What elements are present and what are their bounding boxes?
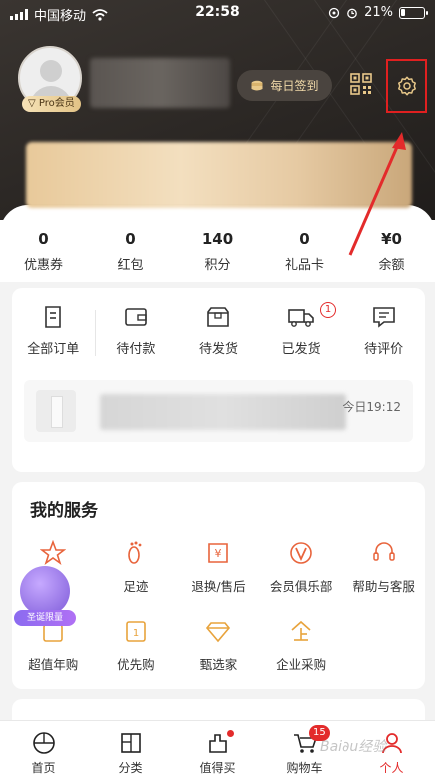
category-icon	[87, 727, 174, 755]
assets-row: 0 优惠券 0 红包 140 积分 0 礼品卡 ¥0 余额	[0, 222, 435, 278]
asset-value: 0	[38, 230, 49, 248]
headset-icon	[342, 538, 425, 568]
diamond-icon	[177, 616, 260, 646]
settings-button[interactable]	[386, 59, 427, 113]
qr-code-icon[interactable]	[350, 73, 372, 95]
asset-label: 积分	[204, 258, 231, 273]
tab-label: 首页	[31, 761, 56, 775]
asset-value: ¥0	[381, 230, 402, 248]
order-tab-2[interactable]: 待发货	[177, 302, 260, 357]
service-item[interactable]: 足迹	[95, 534, 178, 600]
services-title: 我的服务	[30, 501, 98, 521]
worth-buy-icon	[174, 727, 261, 755]
svg-text:¥: ¥	[215, 547, 222, 560]
product-thumbnail	[36, 390, 76, 432]
order-tab-label: 待付款	[116, 341, 156, 357]
asset-item[interactable]: 0 红包	[87, 222, 174, 278]
tab-worth-buy[interactable]: 值得买	[174, 721, 261, 777]
order-tab-label: 全部订单	[27, 341, 80, 357]
box-icon	[177, 302, 260, 332]
checkin-label: 每日签到	[270, 79, 319, 93]
lock-rotation-icon	[328, 7, 340, 18]
order-list-icon	[12, 302, 95, 332]
service-label: 企业采购	[276, 657, 327, 672]
enterprise-icon	[260, 616, 343, 646]
status-bar: 中国移动 22:58 21%	[0, 0, 435, 26]
service-label: 足迹	[123, 579, 149, 594]
asset-item[interactable]: 0 优惠券	[0, 222, 87, 278]
battery-icon	[399, 6, 428, 19]
promo-avatar-icon	[20, 566, 70, 616]
tab-label: 个人	[379, 761, 404, 775]
priority-icon: 1	[95, 616, 178, 646]
asset-value: 0	[125, 230, 136, 248]
exchange-icon: ¥	[177, 538, 260, 568]
notification-dot	[227, 730, 234, 737]
tab-label: 值得买	[199, 761, 236, 775]
asset-item[interactable]: ¥0 余额	[348, 222, 435, 278]
service-label: 退换/售后	[191, 579, 246, 594]
asset-item[interactable]: 140 积分	[174, 222, 261, 278]
pro-badge-label: Pro会员	[38, 98, 75, 109]
shipment-info-redacted	[100, 394, 346, 430]
asset-label: 优惠券	[23, 258, 63, 273]
order-tab-0[interactable]: 全部订单	[12, 302, 95, 357]
service-item[interactable]: 帮助与客服	[342, 534, 425, 600]
service-label: 优先购	[117, 657, 155, 672]
service-item[interactable]: ¥ 退换/售后	[177, 534, 260, 600]
vip-icon	[260, 538, 343, 568]
order-tab-label: 待评价	[364, 341, 404, 357]
footprint-icon	[95, 538, 178, 568]
service-label: 超值年购	[28, 657, 79, 672]
asset-value: 0	[299, 230, 310, 248]
service-label: 甄选家	[199, 657, 238, 672]
service-item[interactable]: 会员俱乐部	[260, 534, 343, 600]
tab-label: 分类	[118, 761, 143, 775]
star-icon	[12, 538, 95, 568]
shipment-time: 今日19:12	[342, 400, 401, 414]
service-label: 会员俱乐部	[269, 579, 333, 594]
order-tab-1[interactable]: 待付款	[95, 302, 178, 357]
pro-member-badge[interactable]: ▽ Pro会员	[22, 96, 81, 112]
divider	[95, 310, 96, 356]
order-tab-label: 已发货	[281, 341, 321, 357]
battery-percent: 21%	[364, 5, 393, 20]
comment-icon	[342, 302, 425, 332]
shipped-badge: 1	[320, 302, 336, 318]
tab-home[interactable]: 首页	[0, 721, 87, 777]
wallet-icon	[95, 302, 178, 332]
asset-item[interactable]: 0 礼品卡	[261, 222, 348, 278]
asset-value: 140	[201, 230, 234, 248]
username-redacted	[90, 58, 230, 108]
asset-label: 红包	[117, 258, 144, 273]
tab-category[interactable]: 分类	[87, 721, 174, 777]
order-tab-label: 待发货	[198, 341, 238, 357]
coin-icon	[251, 80, 263, 90]
asset-label: 余额	[378, 258, 405, 273]
daily-checkin-button[interactable]: 每日签到	[237, 70, 332, 101]
alarm-icon	[347, 8, 357, 18]
shipment-preview[interactable]: 今日19:12	[24, 380, 413, 442]
christmas-promo-bubble[interactable]: 圣诞限量	[14, 566, 76, 630]
service-item[interactable]: 企业采购	[260, 612, 343, 678]
promo-tag: 圣诞限量	[14, 610, 76, 626]
watermark: Bai∂u经验	[320, 739, 387, 755]
orders-panel: 全部订单 待付款 待发货 已发货 待评价 1 今日19:12	[12, 288, 425, 472]
svg-text:1: 1	[133, 628, 139, 639]
service-label: 帮助与客服	[352, 579, 415, 594]
order-tab-4[interactable]: 待评价	[342, 302, 425, 357]
tab-label: 购物车	[286, 761, 323, 775]
service-item[interactable]: 1 优先购	[95, 612, 178, 678]
home-icon	[0, 727, 87, 755]
asset-label: 礼品卡	[284, 258, 324, 273]
service-item[interactable]: 甄选家	[177, 612, 260, 678]
gear-icon	[397, 76, 416, 96]
